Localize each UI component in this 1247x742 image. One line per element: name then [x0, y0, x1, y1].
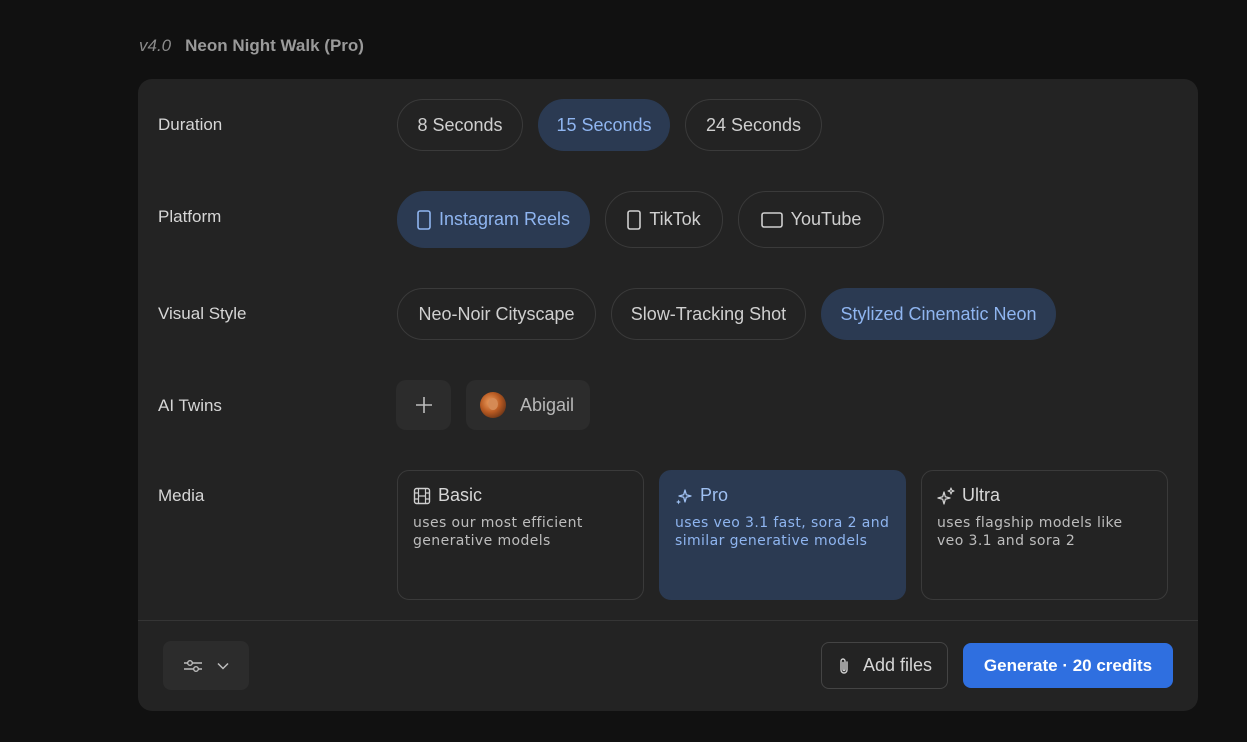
duration-option-label: 8 Seconds [417, 114, 503, 135]
duration-option-label: 24 Seconds [705, 114, 802, 135]
media-label: Media [158, 486, 205, 505]
phone-icon [417, 209, 431, 230]
settings-panel: Duration 8 Seconds 15 Seconds 24 Seconds… [138, 79, 1198, 711]
media-pro-card[interactable]: Pro uses veo 3.1 fast, sora 2 and simila… [659, 470, 906, 600]
media-tier-description: uses flagship models like veo 3.1 and so… [937, 515, 1123, 549]
platform-tiktok-button[interactable]: TikTok [605, 191, 723, 248]
film-icon [413, 487, 431, 504]
duration-label: Duration [158, 115, 223, 134]
generate-label: Generate · 20 credits [983, 655, 1153, 675]
twin-name: Abigail [520, 394, 575, 415]
media-tier-description: uses our most efficient generative model… [413, 515, 583, 549]
duration-option-label: 15 Seconds [556, 114, 652, 135]
media-ultra-card[interactable]: Ultra uses flagship models like veo 3.1 … [921, 470, 1168, 600]
sparkles-icon [676, 488, 692, 504]
media-card-header: Basic [413, 485, 628, 506]
avatar [480, 392, 506, 418]
style-option-label: Stylized Cinematic Neon [840, 303, 1037, 324]
media-tier-description: uses veo 3.1 fast, sora 2 and similar ge… [675, 515, 890, 549]
platform-instagram-button[interactable]: Instagram Reels [397, 191, 590, 248]
platform-option-label: YouTube [790, 209, 862, 229]
version-label: v4.0 [139, 36, 172, 55]
settings-dropdown-button[interactable] [163, 641, 249, 690]
media-card-header: Pro [675, 485, 890, 506]
style-option-label: Slow-Tracking Shot [630, 303, 787, 324]
duration-8s-button[interactable]: 8 Seconds [397, 99, 523, 151]
add-files-label: Add files [862, 655, 933, 675]
duration-15s-button[interactable]: 15 Seconds [538, 99, 670, 151]
platform-option-label: TikTok [649, 209, 701, 229]
media-basic-card[interactable]: Basic uses our most efficient generative… [397, 470, 644, 600]
monitor-icon [760, 211, 783, 228]
style-neo-noir-button[interactable]: Neo-Noir Cityscape [397, 288, 596, 340]
sparkles-icon [937, 486, 955, 505]
sliders-icon [184, 659, 202, 672]
media-tier-name: Basic [438, 485, 483, 505]
title-row: v4.0 Neon Night Walk (Pro) [139, 36, 364, 56]
paperclip-icon [840, 657, 848, 674]
media-tier-name: Pro [700, 485, 729, 505]
footer-divider [138, 620, 1198, 621]
twin-chip-abigail[interactable]: Abigail [466, 380, 590, 430]
media-card-header: Ultra [937, 485, 1152, 506]
project-title: Neon Night Walk (Pro) [185, 36, 364, 55]
style-option-label: Neo-Noir Cityscape [418, 303, 575, 324]
platform-youtube-button[interactable]: YouTube [738, 191, 884, 248]
plus-icon [415, 397, 432, 413]
ai-twins-label: AI Twins [158, 396, 222, 415]
add-twin-button[interactable] [396, 380, 451, 430]
chevron-down-icon [217, 662, 229, 670]
duration-24s-button[interactable]: 24 Seconds [685, 99, 822, 151]
style-slow-tracking-button[interactable]: Slow-Tracking Shot [611, 288, 806, 340]
style-stylized-neon-button[interactable]: Stylized Cinematic Neon [821, 288, 1056, 340]
visual-style-label: Visual Style [158, 304, 247, 323]
add-files-button[interactable]: Add files [821, 642, 948, 689]
platform-label: Platform [158, 207, 222, 226]
generate-button[interactable]: Generate · 20 credits [963, 643, 1173, 688]
phone-icon [627, 209, 642, 230]
media-tier-name: Ultra [962, 485, 1001, 505]
platform-option-label: Instagram Reels [438, 209, 571, 229]
